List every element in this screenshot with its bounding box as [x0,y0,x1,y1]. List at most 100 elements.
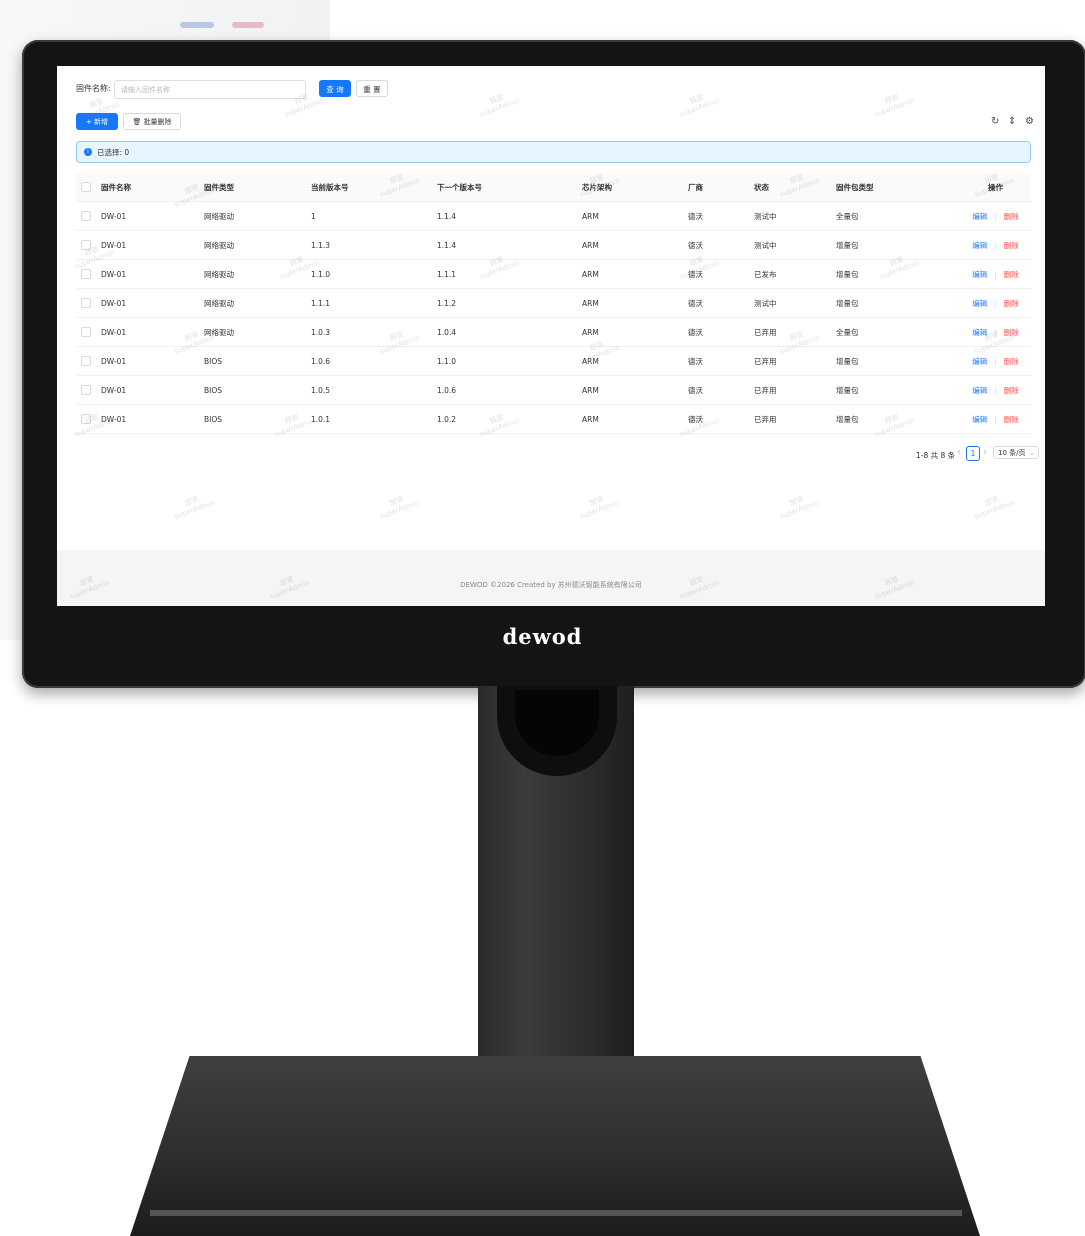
row-actions: 编辑 | 删除 [955,288,1031,318]
table-cell: ARM [577,375,683,405]
table-cell: 1.1.1 [432,259,577,289]
table-cell: 德沃 [683,346,749,376]
delete-link[interactable]: 删除 [1004,299,1019,308]
column-header: 固件名称 [96,173,199,202]
table-cell: ARM [577,230,683,260]
row-select-cell[interactable] [76,404,96,434]
table-cell: DW-01 [96,288,199,318]
row-checkbox[interactable] [81,298,91,308]
row-checkbox[interactable] [81,356,91,366]
column-header: 芯片架构 [577,173,683,202]
table-cell: 已弃用 [749,317,831,347]
prev-page-icon[interactable]: ‹ [957,447,961,458]
edit-link[interactable]: 编辑 [972,328,987,337]
column-header: 厂商 [683,173,749,202]
table-row: DW-01 网络驱动 1.0.3 1.0.4 ARM 德沃 已弃用 全量包 编辑 | 删除 [76,317,1031,347]
row-actions: 编辑 | 删除 [955,404,1031,434]
row-actions: 编辑 | 删除 [955,317,1031,347]
firmware-name-input[interactable]: 请输入固件名称 [114,80,306,99]
refresh-icon[interactable]: ↻ [991,116,999,127]
content-card: 固件名称: 请输入固件名称 查 询 重 置 + 新增 🗑 批量删除 ↻ ⇕ ⚙ … [57,66,1045,550]
table-cell: 德沃 [683,375,749,405]
batch-delete-button[interactable]: 🗑 批量删除 [123,113,181,130]
table-row: DW-01 网络驱动 1 1.1.4 ARM 德沃 测试中 全量包 编辑 | 删除 [76,201,1031,231]
stand-base-edge [150,1210,962,1216]
row-select-cell[interactable] [76,288,96,318]
edit-link[interactable]: 编辑 [972,299,987,308]
row-actions: 编辑 | 删除 [955,259,1031,289]
table-cell: 网络驱动 [199,230,306,260]
table-cell: 增量包 [831,346,955,376]
row-select-cell[interactable] [76,317,96,347]
select-all-checkbox[interactable] [81,182,91,192]
next-page-icon[interactable]: › [983,447,987,458]
table-cell: 1.0.5 [306,375,432,405]
selection-count: 已选择: 0 [97,148,130,157]
firmware-table: 固件名称 固件类型 当前版本号 下一个版本号 芯片架构 厂商 状态 固件包类型 … [76,173,1031,434]
delete-link[interactable]: 删除 [1004,212,1019,221]
add-button[interactable]: + 新增 [76,113,118,130]
table-cell: 网络驱动 [199,317,306,347]
column-height-icon[interactable]: ⇕ [1008,116,1016,127]
edit-link[interactable]: 编辑 [972,241,987,250]
table-cell: DW-01 [96,201,199,231]
row-checkbox[interactable] [81,269,91,279]
action-divider: | [994,211,997,221]
table-cell: 增量包 [831,375,955,405]
table-cell: 增量包 [831,259,955,289]
table-cell: 1.0.2 [432,404,577,434]
row-checkbox[interactable] [81,211,91,221]
delete-link[interactable]: 删除 [1004,270,1019,279]
table-cell: DW-01 [96,375,199,405]
row-select-cell[interactable] [76,230,96,260]
edit-link[interactable]: 编辑 [972,415,987,424]
edit-link[interactable]: 编辑 [972,212,987,221]
table-header-row: 固件名称 固件类型 当前版本号 下一个版本号 芯片架构 厂商 状态 固件包类型 … [76,173,1031,202]
table-cell: 1.0.3 [306,317,432,347]
settings-icon[interactable]: ⚙ [1025,116,1034,127]
delete-link[interactable]: 删除 [1004,328,1019,337]
table-cell: 1.1.0 [432,346,577,376]
column-header: 状态 [749,173,831,202]
table-cell: 德沃 [683,404,749,434]
ghost-bar [180,22,214,28]
table-cell: 网络驱动 [199,259,306,289]
edit-link[interactable]: 编辑 [972,386,987,395]
query-button[interactable]: 查 询 [319,80,351,97]
page-size-select[interactable]: 10 条/页 ⌄ [993,446,1039,459]
monitor-screen: 固件名称: 请输入固件名称 查 询 重 置 + 新增 🗑 批量删除 ↻ ⇕ ⚙ … [57,66,1045,606]
page-1-button[interactable]: 1 [966,446,980,461]
edit-link[interactable]: 编辑 [972,270,987,279]
row-checkbox[interactable] [81,385,91,395]
row-select-cell[interactable] [76,375,96,405]
row-actions: 编辑 | 删除 [955,375,1031,405]
trash-icon: 🗑 [132,118,142,126]
edit-link[interactable]: 编辑 [972,357,987,366]
row-select-cell[interactable] [76,201,96,231]
pagination-summary: 1-8 共 8 条 [916,451,956,460]
table-row: DW-01 网络驱动 1.1.0 1.1.1 ARM 德沃 已发布 增量包 编辑 | 删除 [76,259,1031,289]
table-cell: 已弃用 [749,346,831,376]
delete-link[interactable]: 删除 [1004,357,1019,366]
delete-link[interactable]: 删除 [1004,241,1019,250]
table-cell: 网络驱动 [199,288,306,318]
table-cell: 德沃 [683,201,749,231]
table-cell: BIOS [199,404,306,434]
delete-link[interactable]: 删除 [1004,386,1019,395]
row-select-cell[interactable] [76,346,96,376]
table-cell: 测试中 [749,201,831,231]
table-cell: 1.0.6 [432,375,577,405]
table-cell: 1.1.0 [306,259,432,289]
table-row: DW-01 BIOS 1.0.6 1.1.0 ARM 德沃 已弃用 增量包 编辑 | 删除 [76,346,1031,376]
row-checkbox[interactable] [81,240,91,250]
action-divider: | [994,327,997,337]
delete-link[interactable]: 删除 [1004,415,1019,424]
select-all-cell[interactable] [76,173,96,202]
row-checkbox[interactable] [81,327,91,337]
action-divider: | [994,269,997,279]
table-cell: DW-01 [96,404,199,434]
row-select-cell[interactable] [76,259,96,289]
row-checkbox[interactable] [81,414,91,424]
column-header: 固件类型 [199,173,306,202]
reset-button[interactable]: 重 置 [356,80,388,97]
